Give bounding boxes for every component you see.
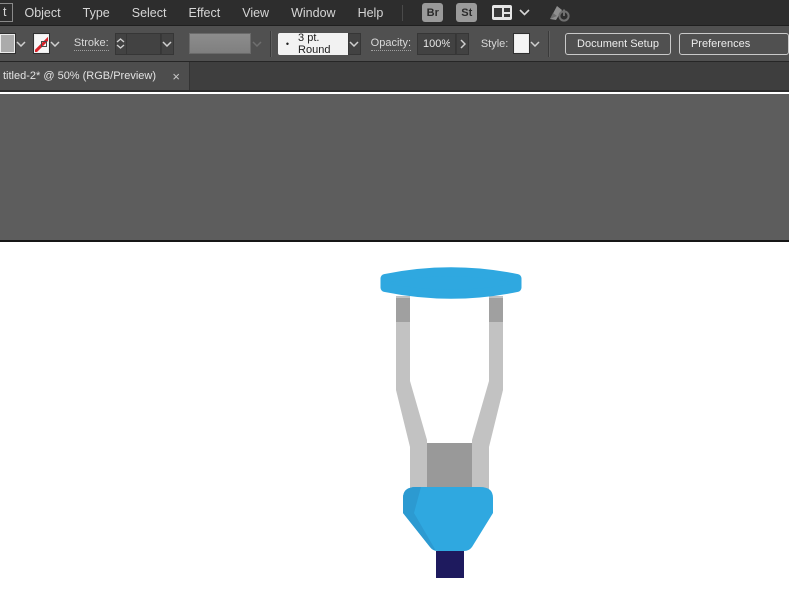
control-separator xyxy=(548,31,549,57)
menu-separator xyxy=(402,5,403,21)
menu-item-object[interactable]: Object xyxy=(13,3,71,23)
crutch-right-leg[interactable] xyxy=(472,296,503,492)
control-bar: Stroke: • 3 pt. Round Opacity: Style: Do… xyxy=(0,26,789,62)
control-separator xyxy=(270,31,271,57)
stroke-color-none-swatch[interactable] xyxy=(34,34,49,53)
style-label: Style: xyxy=(481,38,509,50)
graphic-style-chevron-icon[interactable] xyxy=(529,33,541,55)
stroke-weight-input[interactable] xyxy=(132,38,155,50)
chevron-down-icon[interactable] xyxy=(519,9,530,16)
active-document-tab[interactable]: titled-2* @ 50% (RGB/Preview) × xyxy=(0,62,190,90)
stroke-weight-chevron-icon[interactable] xyxy=(161,33,174,55)
stroke-weight-field[interactable] xyxy=(127,33,161,55)
opacity-options-chevron-icon[interactable] xyxy=(456,33,469,55)
menu-item-edit-partial[interactable]: t xyxy=(0,3,13,22)
crutch-underarm-pad[interactable] xyxy=(385,272,517,295)
document-tab-title: titled-2* @ 50% (RGB/Preview) xyxy=(3,70,161,82)
crutch-illustration[interactable] xyxy=(330,242,580,591)
document-tab-bar: titled-2* @ 50% (RGB/Preview) × xyxy=(0,62,789,92)
stroke-label[interactable]: Stroke: xyxy=(74,37,109,51)
crutch-center-post[interactable] xyxy=(427,443,472,491)
menu-item-view[interactable]: View xyxy=(231,3,280,23)
gpu-performance-icon[interactable] xyxy=(546,3,572,23)
bridge-button[interactable]: Br xyxy=(422,3,443,22)
menu-item-window[interactable]: Window xyxy=(280,3,346,23)
illustrator-window: { "menu_bar": { "partial_item_label": "t… xyxy=(0,0,789,591)
opacity-field[interactable] xyxy=(417,33,456,55)
stock-button[interactable]: St xyxy=(456,3,477,22)
brush-definition-chevron-icon[interactable] xyxy=(348,33,361,55)
brush-definition-label: 3 pt. Round xyxy=(298,32,338,56)
graphic-style-swatch[interactable] xyxy=(514,34,529,53)
crutch-right-leg-joint[interactable] xyxy=(489,298,503,322)
stroke-color-chevron-icon[interactable] xyxy=(49,33,61,55)
brush-preview-icon: • xyxy=(286,39,289,49)
menu-bar: t Object Type Select Effect View Window … xyxy=(0,0,789,26)
menu-item-help[interactable]: Help xyxy=(347,3,395,23)
crutch-ferrule-tip[interactable] xyxy=(436,551,464,578)
preferences-button[interactable]: Preferences xyxy=(679,33,789,55)
crutch-left-leg-joint[interactable] xyxy=(396,298,410,322)
variable-width-chevron-icon xyxy=(251,33,263,55)
document-setup-button[interactable]: Document Setup xyxy=(565,33,671,55)
opacity-input[interactable] xyxy=(423,38,450,50)
opacity-label[interactable]: Opacity: xyxy=(371,37,411,51)
fill-color-swatch[interactable] xyxy=(0,34,15,53)
close-tab-icon[interactable]: × xyxy=(169,70,183,83)
pasteboard[interactable] xyxy=(0,94,789,240)
brush-definition-dropdown[interactable]: • 3 pt. Round xyxy=(278,33,348,55)
fill-color-chevron-icon[interactable] xyxy=(15,33,27,55)
menu-item-type[interactable]: Type xyxy=(72,3,121,23)
stroke-proxy-icon xyxy=(41,41,47,47)
crutch-left-leg[interactable] xyxy=(396,296,427,492)
menu-item-effect[interactable]: Effect xyxy=(177,3,231,23)
stroke-weight-stepper[interactable] xyxy=(115,33,127,55)
variable-width-profile-dropdown xyxy=(189,33,251,54)
arrange-documents-icon[interactable] xyxy=(492,5,512,20)
menu-item-select[interactable]: Select xyxy=(121,3,178,23)
